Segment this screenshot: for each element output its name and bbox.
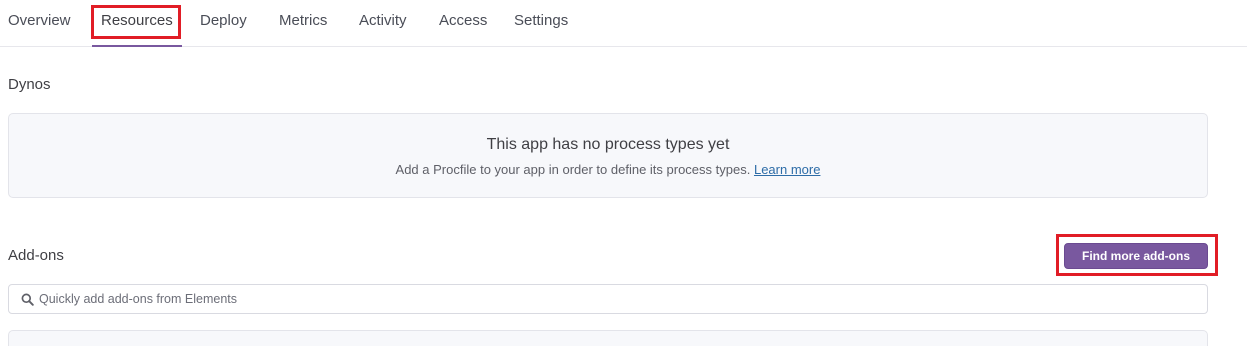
dynos-section-title: Dynos	[8, 76, 51, 93]
addon-search-box[interactable]	[8, 284, 1208, 314]
addons-list-panel	[8, 330, 1208, 346]
tab-resources[interactable]: Resources	[92, 0, 182, 47]
empty-state-title: This app has no process types yet	[486, 136, 730, 153]
app-tab-bar: Overview Resources Deploy Metrics Activi…	[0, 0, 1247, 47]
dynos-empty-state: This app has no process types yet Add a …	[8, 113, 1208, 198]
tab-access[interactable]: Access	[439, 0, 487, 47]
empty-state-description: Add a Procfile to your app in order to d…	[9, 162, 1207, 177]
tab-settings[interactable]: Settings	[514, 0, 568, 47]
search-icon	[21, 293, 34, 306]
learn-more-link[interactable]: Learn more	[754, 162, 820, 177]
find-more-addons-button[interactable]: Find more add-ons	[1064, 243, 1208, 269]
tab-deploy[interactable]: Deploy	[200, 0, 247, 47]
empty-state-text: Add a Procfile to your app in order to d…	[395, 162, 751, 177]
addon-search-input[interactable]	[39, 285, 1199, 313]
tab-metrics[interactable]: Metrics	[279, 0, 327, 47]
addons-section-title: Add-ons	[8, 247, 64, 264]
tab-activity[interactable]: Activity	[359, 0, 407, 47]
tab-overview[interactable]: Overview	[8, 0, 71, 47]
